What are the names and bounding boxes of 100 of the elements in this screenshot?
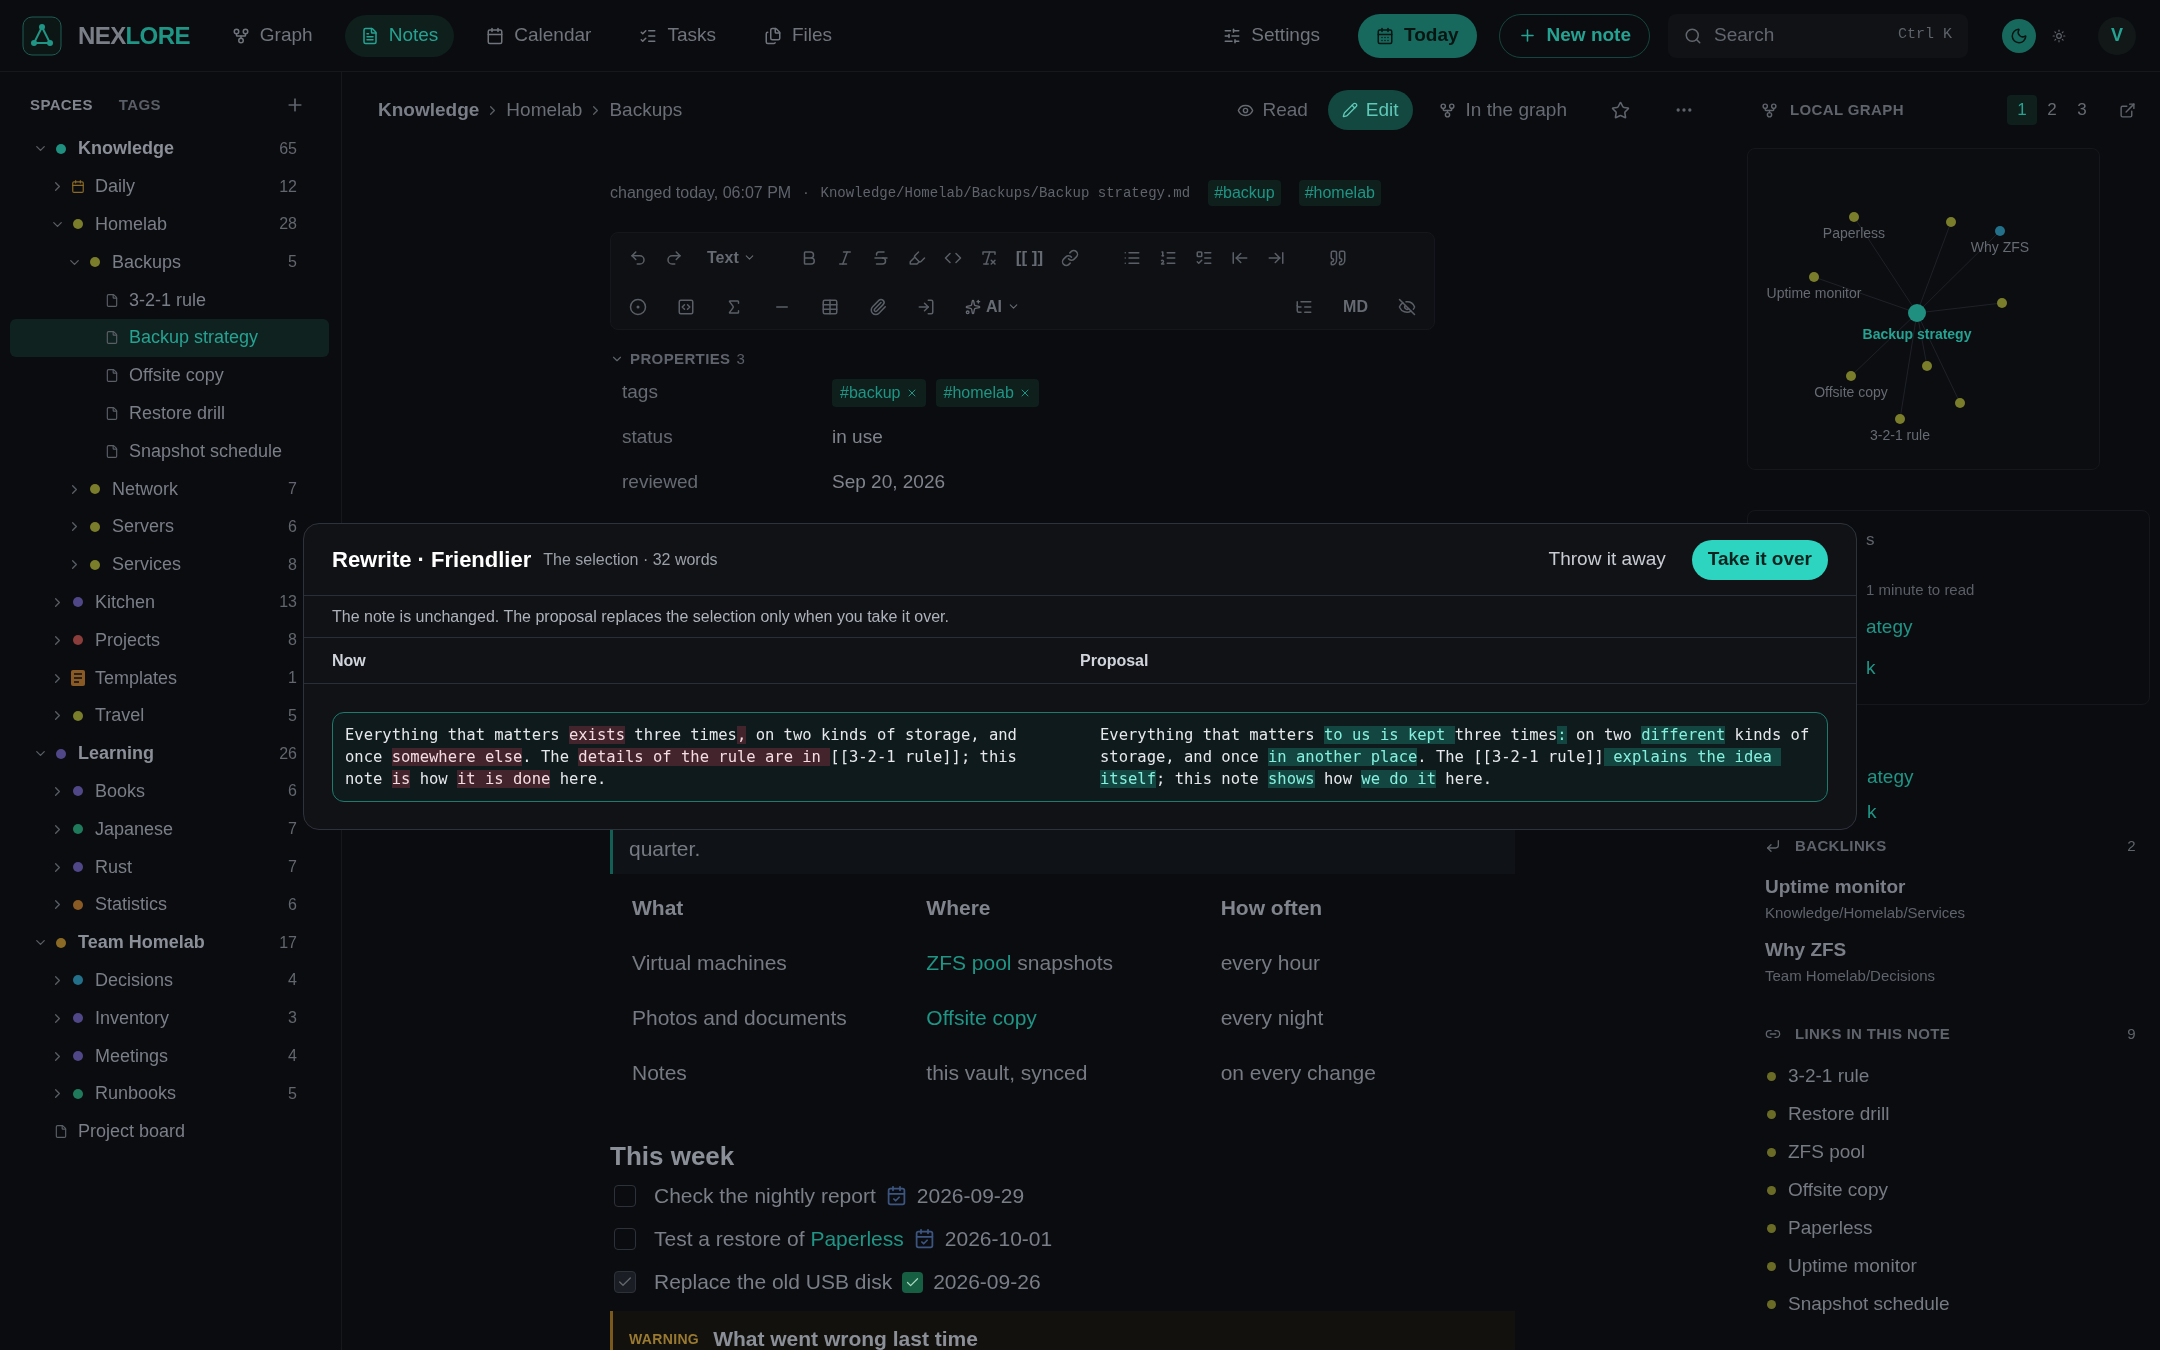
backlink-title[interactable]: Uptime monitor	[1765, 873, 2146, 902]
graph-view-button[interactable]: In the graph	[1438, 95, 1567, 125]
settings-button[interactable]: Settings	[1223, 21, 1320, 50]
tree-item[interactable]: Homelab 28	[10, 205, 329, 244]
view-mode-tab[interactable]: Edit	[1327, 90, 1413, 130]
tree-item[interactable]: 3-2-1 rule	[10, 281, 329, 319]
tree-item[interactable]: Backups 5	[10, 243, 329, 282]
graph-node[interactable]	[1849, 212, 1859, 222]
graph-node[interactable]	[1955, 398, 1965, 408]
code-block-icon[interactable]	[677, 297, 695, 316]
note-link[interactable]: ZFS pool	[926, 950, 1012, 974]
paperclip-icon[interactable]	[869, 297, 887, 316]
view-mode-tab[interactable]: Read	[1223, 90, 1322, 130]
graph-node[interactable]	[1946, 217, 1956, 227]
tree-item[interactable]: Knowledge 65	[10, 130, 329, 168]
nav-tab[interactable]: Tasks	[623, 14, 732, 57]
note-link[interactable]: Offsite copy	[1788, 1175, 1888, 1205]
tree-item[interactable]: Decisions 4	[10, 961, 329, 1000]
tree-item[interactable]: Backup strategy	[10, 319, 329, 357]
note-link[interactable]: k	[1867, 798, 2146, 833]
graph-node[interactable]	[1997, 298, 2007, 308]
link-icon[interactable]	[1061, 248, 1080, 267]
today-button[interactable]: Today	[1358, 13, 1477, 58]
wikilink-button[interactable]: [[ ]]	[1015, 244, 1044, 271]
note-link[interactable]: Uptime monitor	[1788, 1251, 1917, 1281]
graph-node[interactable]	[1922, 361, 1932, 371]
sidebar-tab[interactable]: TAGS	[118, 93, 161, 117]
tree-item[interactable]: Team Homelab 17	[10, 923, 329, 962]
note-link[interactable]: Snapshot schedule	[1788, 1289, 1950, 1319]
tree-item[interactable]: Network 7	[10, 470, 329, 508]
tree-item[interactable]: Japanese 7	[10, 810, 329, 849]
highlighter-icon[interactable]	[907, 248, 926, 267]
tree-item[interactable]: Offsite copy	[10, 356, 329, 395]
circle-icon[interactable]	[629, 297, 647, 316]
note-link[interactable]: k	[1866, 653, 2149, 682]
tree-item[interactable]: Books 6	[10, 772, 329, 811]
tree-item[interactable]: Inventory 3	[10, 999, 329, 1038]
tree-item[interactable]: Servers 6	[10, 507, 329, 546]
tag-chip[interactable]: #backup	[832, 378, 926, 407]
eye-off-icon[interactable]	[1398, 297, 1416, 316]
nav-tab[interactable]: Notes	[344, 14, 455, 57]
nav-tab[interactable]: Files	[748, 14, 849, 57]
tree-item[interactable]: Statistics 6	[10, 885, 329, 924]
note-link[interactable]: Restore drill	[1788, 1099, 1890, 1129]
tree-item[interactable]: Meetings 4	[10, 1037, 329, 1075]
discard-button[interactable]: Throw it away	[1548, 545, 1666, 574]
note-link[interactable]: ategy	[1867, 763, 2146, 798]
tree-item[interactable]: Projects 8	[10, 621, 329, 660]
tree-item[interactable]: Templates 1	[10, 659, 329, 697]
tree-item[interactable]: Services 8	[10, 545, 329, 584]
tree-item[interactable]: Learning 26	[10, 734, 329, 773]
backlink-title[interactable]: Why ZFS	[1765, 936, 2146, 965]
external-link-icon[interactable]	[2119, 101, 2136, 119]
breadcrumb-link[interactable]: Homelab	[506, 95, 583, 125]
graph-node[interactable]	[1908, 304, 1926, 322]
note-link[interactable]: Offsite copy	[926, 1005, 1037, 1029]
tag-chip[interactable]: #backup	[1208, 180, 1281, 206]
search-field[interactable]: Search Ctrl K	[1668, 13, 1968, 58]
tree-item[interactable]: Snapshot schedule	[10, 432, 329, 471]
text-style-dropdown[interactable]: Text	[707, 245, 756, 270]
nav-tab[interactable]: Graph	[215, 14, 329, 57]
property-value[interactable]: in use	[832, 423, 883, 452]
quote-icon[interactable]	[1329, 248, 1348, 267]
graph-node[interactable]	[1995, 226, 2005, 236]
checklist-icon[interactable]	[1195, 248, 1214, 267]
breadcrumb-link[interactable]: Knowledge	[378, 95, 480, 125]
property-value[interactable]: Sep 20, 2026	[832, 468, 946, 497]
ai-dropdown[interactable]: AI	[965, 294, 1020, 319]
note-link[interactable]: ZFS pool	[1788, 1137, 1866, 1167]
sidebar-tab[interactable]: SPACES	[30, 93, 93, 117]
task-checkbox[interactable]	[614, 1184, 636, 1207]
strikethrough-icon[interactable]	[871, 248, 890, 267]
tree-item[interactable]: Restore drill	[10, 394, 329, 433]
depth-tab[interactable]: 2	[2037, 95, 2067, 125]
note-link[interactable]: Paperless	[1788, 1213, 1873, 1243]
note-link[interactable]: 3-2-1 rule	[1788, 1061, 1870, 1091]
depth-tab[interactable]: 3	[2067, 95, 2097, 125]
tree-item[interactable]: Project board	[10, 1112, 329, 1151]
clear-format-icon[interactable]	[979, 248, 998, 267]
graph-node[interactable]	[1895, 414, 1905, 424]
tag-chip[interactable]: #homelab	[1298, 180, 1381, 206]
task-checkbox[interactable]	[614, 1227, 636, 1250]
graph-node[interactable]	[1809, 272, 1819, 282]
depth-tab[interactable]: 1	[2007, 95, 2037, 125]
tree-item[interactable]: Daily 12	[10, 167, 329, 206]
tag-chip[interactable]: #homelab	[935, 378, 1039, 407]
star-icon[interactable]	[1611, 100, 1630, 120]
nav-tab[interactable]: Calendar	[470, 14, 608, 57]
user-avatar[interactable]: V	[2098, 16, 2136, 55]
tree-item[interactable]: Runbooks 5	[10, 1074, 329, 1113]
note-link[interactable]: ategy	[1866, 613, 2149, 642]
table-icon[interactable]	[821, 297, 839, 316]
tree-item[interactable]: Rust 7	[10, 848, 329, 886]
tree-item[interactable]: Travel 5	[10, 696, 329, 735]
breadcrumb-link[interactable]: Backups	[609, 95, 683, 125]
embed-icon[interactable]	[917, 297, 935, 316]
accept-button[interactable]: Take it over	[1691, 539, 1828, 580]
markdown-toggle[interactable]: MD	[1343, 294, 1368, 319]
redo-icon[interactable]	[665, 248, 683, 267]
graph-node[interactable]	[1846, 371, 1856, 381]
